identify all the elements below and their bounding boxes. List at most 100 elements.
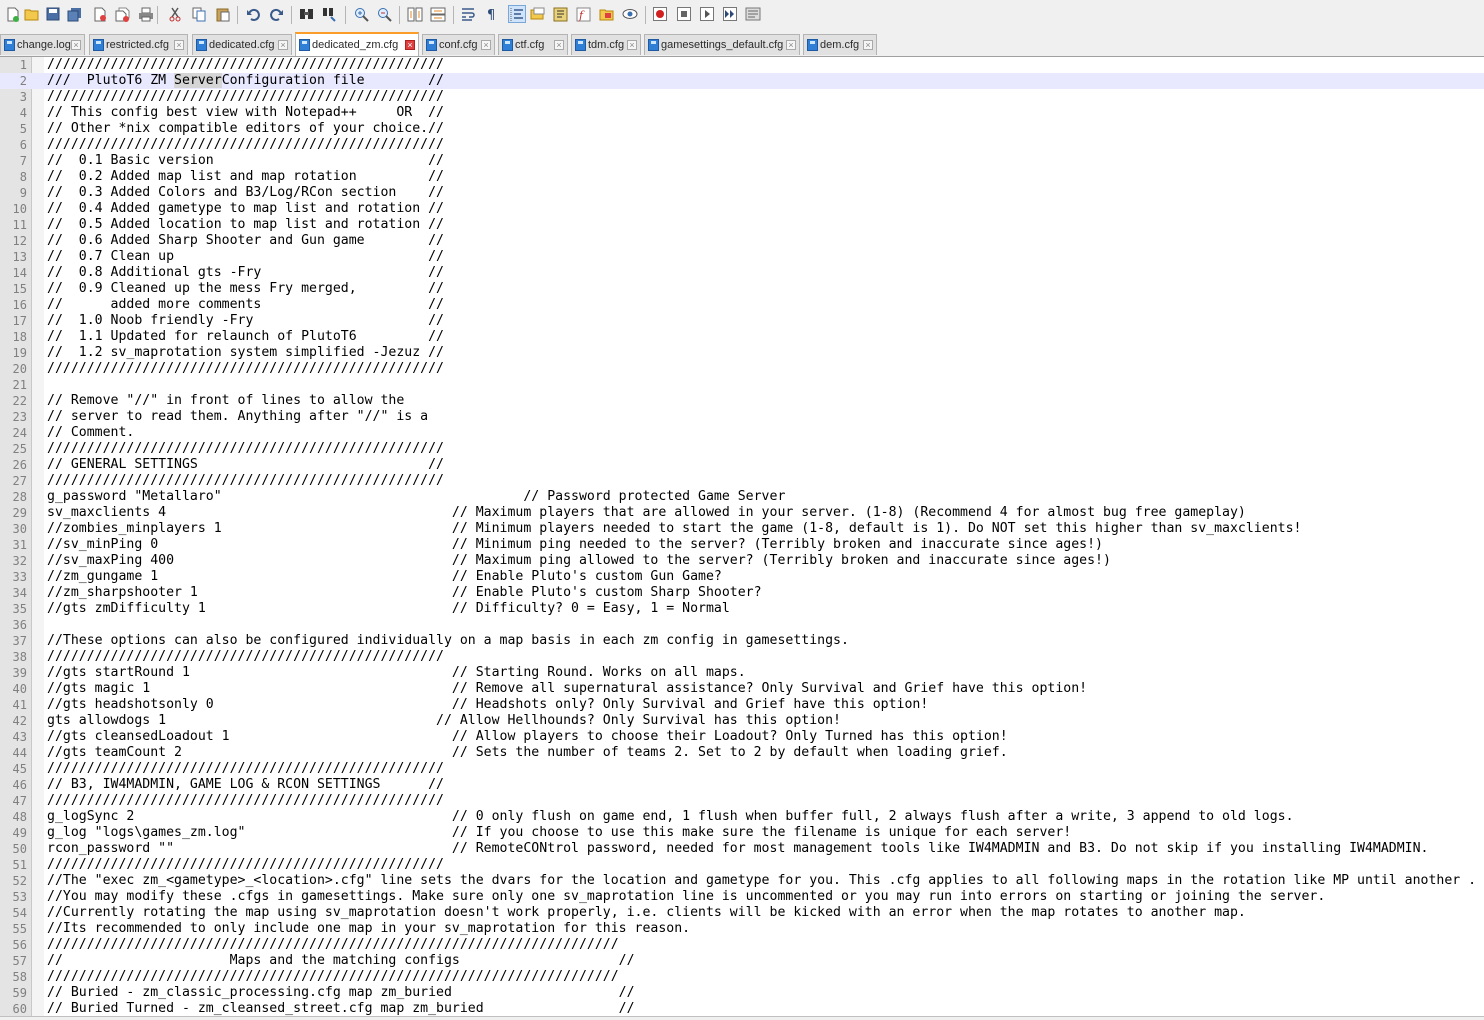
copy-icon[interactable] xyxy=(191,6,207,22)
code-line[interactable]: 52 //The "exec zm_<gametype>_<location>.c… xyxy=(0,873,1484,889)
user-language-icon[interactable] xyxy=(530,6,546,22)
close-all-icon[interactable] xyxy=(115,6,131,22)
code-line[interactable]: 33 //zm_gungame 1 // Enable Pluto's custo… xyxy=(0,569,1484,585)
code-line[interactable]: 39 //gts startRound 1 // Starting Round. … xyxy=(0,665,1484,681)
code-line[interactable]: 43 //gts cleansedLoadout 1 // Allow playe… xyxy=(0,729,1484,745)
code-line[interactable]: 10 // 0.4 Added gametype to map list and … xyxy=(0,201,1484,217)
tab-gamesettings-default-cfg[interactable]: gamesettings_default.cfg × xyxy=(644,34,800,55)
code-line[interactable]: 3 ///////////////////////////////////////… xyxy=(0,89,1484,105)
code-line[interactable]: 28 g_password "Metallaro" // Password pro… xyxy=(0,489,1484,505)
tab-close-icon[interactable]: × xyxy=(627,40,637,50)
code-line[interactable]: 26 // GENERAL SETTINGS // xyxy=(0,457,1484,473)
horizontal-scrollbar[interactable] xyxy=(0,1016,1484,1020)
tab-dedicated-zm-cfg[interactable]: dedicated_zm.cfg × xyxy=(295,32,419,56)
tab-close-icon[interactable]: × xyxy=(554,40,564,50)
code-line[interactable]: 54 //Currently rotating the map using sv_… xyxy=(0,905,1484,921)
tab-close-icon[interactable]: × xyxy=(863,40,873,50)
code-line[interactable]: 24 // Comment. xyxy=(0,425,1484,441)
code-line[interactable]: 44 //gts teamCount 2 // Sets the number o… xyxy=(0,745,1484,761)
code-line[interactable]: 45 //////////////////////////////////////… xyxy=(0,761,1484,777)
undo-icon[interactable] xyxy=(245,6,261,22)
stop-macro-icon[interactable] xyxy=(676,6,692,22)
editor-area[interactable]: 1 ///////////////////////////////////////… xyxy=(0,57,1484,1017)
save-icon[interactable] xyxy=(45,6,61,22)
code-line[interactable]: 12 // 0.6 Added Sharp Shooter and Gun gam… xyxy=(0,233,1484,249)
code-line[interactable]: 18 // 1.1 Updated for relaunch of PlutoT6… xyxy=(0,329,1484,345)
tab-close-icon[interactable]: × xyxy=(786,40,796,50)
show-all-chars-icon[interactable]: ¶ xyxy=(484,6,500,22)
code-line[interactable]: 53 //You may modify these .cfgs in gamese… xyxy=(0,889,1484,905)
code-line[interactable]: 30 //zombies_minplayers 1 // Minimum play… xyxy=(0,521,1484,537)
zoom-in-icon[interactable] xyxy=(353,6,369,22)
code-line[interactable]: 41 //gts headshotsonly 0 // Headshots onl… xyxy=(0,697,1484,713)
tab-close-icon[interactable]: × xyxy=(174,40,184,50)
code-line[interactable]: 56 //////////////////////////////////////… xyxy=(0,937,1484,953)
code-line[interactable]: 4 // This config best view with Notepad++… xyxy=(0,105,1484,121)
code-line[interactable]: 32 //sv_maxPing 400 // Maximum ping allow… xyxy=(0,553,1484,569)
code-line[interactable]: 48 g_logSync 2 // 0 only flush on game en… xyxy=(0,809,1484,825)
indent-guide-icon[interactable] xyxy=(508,5,526,23)
code-line[interactable]: 46 // B3, IW4MADMIN, GAME LOG & RCON SETT… xyxy=(0,777,1484,793)
code-line[interactable]: 16 // added more comments // xyxy=(0,297,1484,313)
document-map-icon[interactable] xyxy=(553,6,569,22)
tab-restricted-cfg[interactable]: restricted.cfg × xyxy=(89,34,188,55)
new-file-icon[interactable] xyxy=(5,6,21,22)
tab-dedicated-cfg[interactable]: dedicated.cfg × xyxy=(192,34,292,55)
code-line[interactable]: 60 // Buried Turned - zm_cleansed_street.… xyxy=(0,1001,1484,1017)
code-line[interactable]: 6 ///////////////////////////////////////… xyxy=(0,137,1484,153)
code-line[interactable]: 27 //////////////////////////////////////… xyxy=(0,473,1484,489)
tab-close-icon[interactable]: × xyxy=(405,40,415,50)
record-macro-icon[interactable] xyxy=(652,6,668,22)
code-line[interactable]: 14 // 0.8 Additional gts -Fry // xyxy=(0,265,1484,281)
redo-icon[interactable] xyxy=(268,6,284,22)
code-line[interactable]: 37 //These options can also be configured… xyxy=(0,633,1484,649)
code-line[interactable]: 8 // 0.2 Added map list and map rotation … xyxy=(0,169,1484,185)
folder-workspace-icon[interactable] xyxy=(599,6,615,22)
code-line[interactable]: 36 xyxy=(0,617,1484,633)
tab-close-icon[interactable]: × xyxy=(481,40,491,50)
code-line[interactable]: 40 //gts magic 1 // Remove all supernatur… xyxy=(0,681,1484,697)
code-line[interactable]: 50 rcon_password "" // RemoteCONtrol pass… xyxy=(0,841,1484,857)
tab-ctf-cfg[interactable]: ctf.cfg × xyxy=(498,34,568,55)
paste-icon[interactable] xyxy=(215,6,231,22)
code-line[interactable]: 5 // Other *nix compatible editors of you… xyxy=(0,121,1484,137)
code-line[interactable]: 9 // 0.3 Added Colors and B3/Log/RCon sec… xyxy=(0,185,1484,201)
code-line[interactable]: 51 //////////////////////////////////////… xyxy=(0,857,1484,873)
tab-change-log[interactable]: change.log × xyxy=(0,34,85,55)
open-file-icon[interactable] xyxy=(24,6,40,22)
sync-vertical-icon[interactable] xyxy=(407,6,423,22)
run-macro-multiple-icon[interactable] xyxy=(722,6,738,22)
code-line[interactable]: 49 g_log "logs\games_zm.log" // If you ch… xyxy=(0,825,1484,841)
code-line[interactable]: 55 //Its recommended to only include one … xyxy=(0,921,1484,937)
code-line[interactable]: 31 //sv_minPing 0 // Minimum ping needed … xyxy=(0,537,1484,553)
code-line[interactable]: 22 // Remove "//" in front of lines to al… xyxy=(0,393,1484,409)
find-icon[interactable] xyxy=(299,6,315,22)
code-line[interactable]: 11 // 0.5 Added location to map list and … xyxy=(0,217,1484,233)
tab-conf-cfg[interactable]: conf.cfg × xyxy=(422,34,495,55)
save-macro-icon[interactable] xyxy=(745,6,761,22)
code-line[interactable]: 59 // Buried - zm_classic_processing.cfg … xyxy=(0,985,1484,1001)
code-line[interactable]: 47 //////////////////////////////////////… xyxy=(0,793,1484,809)
tab-dem-cfg[interactable]: dem.cfg × xyxy=(803,34,877,55)
zoom-out-icon[interactable] xyxy=(376,6,392,22)
code-line[interactable]: 13 // 0.7 Clean up // xyxy=(0,249,1484,265)
code-line[interactable]: 34 //zm_sharpshooter 1 // Enable Pluto's … xyxy=(0,585,1484,601)
monitoring-icon[interactable] xyxy=(622,6,638,22)
code-line[interactable]: 20 //////////////////////////////////////… xyxy=(0,361,1484,377)
code-line[interactable]: 17 // 1.0 Noob friendly -Fry // xyxy=(0,313,1484,329)
code-line[interactable]: 23 // server to read them. Anything after… xyxy=(0,409,1484,425)
code-line[interactable]: 42 gts allowdogs 1 // Allow Hellhounds? O… xyxy=(0,713,1484,729)
code-line[interactable]: 19 // 1.2 sv_maprotation system simplifie… xyxy=(0,345,1484,361)
play-macro-icon[interactable] xyxy=(699,6,715,22)
print-icon[interactable] xyxy=(138,6,154,22)
tab-close-icon[interactable]: × xyxy=(71,40,81,50)
code-line[interactable]: 29 sv_maxclients 4 // Maximum players tha… xyxy=(0,505,1484,521)
close-icon[interactable] xyxy=(92,6,108,22)
save-all-icon[interactable] xyxy=(67,6,83,22)
code-line[interactable]: 21 xyxy=(0,377,1484,393)
code-line[interactable]: 58 //////////////////////////////////////… xyxy=(0,969,1484,985)
cut-icon[interactable] xyxy=(167,6,183,22)
sync-horizontal-icon[interactable] xyxy=(430,6,446,22)
code-line[interactable]: 7 // 0.1 Basic version // xyxy=(0,153,1484,169)
code-line[interactable]: 1 ///////////////////////////////////////… xyxy=(0,57,1484,73)
